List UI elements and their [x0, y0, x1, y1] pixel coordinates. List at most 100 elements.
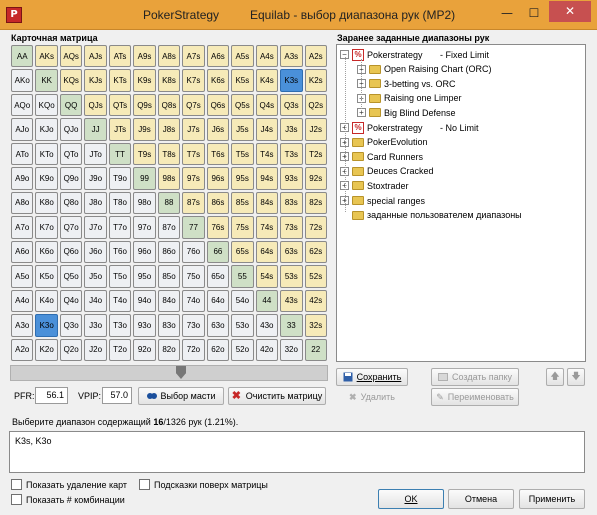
hand-cell[interactable]: A8o: [11, 191, 34, 215]
hand-cell[interactable]: J2s: [304, 118, 327, 141]
hand-cell[interactable]: Q5o: [59, 265, 83, 288]
hand-cell[interactable]: Q6s: [206, 93, 230, 117]
tree-item[interactable]: + special ranges: [340, 194, 425, 207]
tree-item[interactable]: + Stoxtrader: [340, 179, 409, 192]
hand-cell[interactable]: J7s: [182, 118, 205, 141]
hand-cell[interactable]: KQo: [35, 93, 58, 117]
hand-cell[interactable]: J6s: [206, 118, 230, 141]
hand-cell[interactable]: T2o: [108, 338, 132, 361]
hand-cell[interactable]: JJ: [84, 118, 107, 141]
hand-cell[interactable]: T5o: [108, 265, 132, 288]
tree-item[interactable]: + PokerEvolution: [340, 136, 428, 149]
checkbox-box[interactable]: [11, 494, 22, 505]
hand-cell[interactable]: 52s: [304, 265, 327, 288]
hand-cell[interactable]: 76s: [206, 216, 230, 239]
hand-cell[interactable]: A2o: [11, 338, 34, 361]
hand-cell[interactable]: A7s: [182, 45, 205, 68]
hand-cell[interactable]: 63s: [280, 240, 303, 264]
hand-cell[interactable]: A4s: [255, 45, 279, 68]
hand-cell[interactable]: Q8s: [157, 93, 181, 117]
hand-cell[interactable]: AKs: [35, 45, 58, 68]
hand-cell[interactable]: Q9s: [133, 93, 156, 117]
hand-cell[interactable]: T6s: [206, 142, 230, 166]
hand-cell[interactable]: 43s: [280, 289, 303, 313]
ranges-tree[interactable]: −% Pokerstrategy - Fixed Limit + Open Raisi…: [336, 44, 586, 362]
minimize-button[interactable]: —: [494, 4, 520, 24]
hand-cell[interactable]: 97o: [133, 216, 156, 239]
hand-cell[interactable]: QTo: [59, 142, 83, 166]
hand-cell[interactable]: A2s: [304, 45, 327, 68]
suits-button[interactable]: Выбор масти: [138, 387, 224, 405]
hand-cell[interactable]: J9s: [133, 118, 156, 141]
hand-cell[interactable]: T9o: [108, 167, 132, 190]
hand-cell[interactable]: J4s: [255, 118, 279, 141]
hand-cell[interactable]: 65s: [231, 240, 254, 264]
hand-cell[interactable]: 75s: [231, 216, 254, 239]
hand-cell[interactable]: Q3o: [59, 314, 83, 337]
hand-cell[interactable]: K7s: [182, 69, 205, 92]
hand-cell[interactable]: AQs: [59, 45, 83, 68]
hand-cell[interactable]: K6s: [206, 69, 230, 92]
hand-cell[interactable]: 75o: [182, 265, 205, 288]
hand-cell[interactable]: Q7o: [59, 216, 83, 239]
hand-cell[interactable]: J7o: [84, 216, 107, 239]
hand-cell[interactable]: T7s: [182, 142, 205, 166]
hand-cell[interactable]: 83s: [280, 191, 303, 215]
hand-cell[interactable]: J4o: [84, 289, 107, 313]
hand-cell[interactable]: 94s: [255, 167, 279, 190]
hand-cell[interactable]: 62s: [304, 240, 327, 264]
hand-cell[interactable]: 97s: [182, 167, 205, 190]
hand-cell[interactable]: J5s: [231, 118, 254, 141]
hand-cell[interactable]: 95s: [231, 167, 254, 190]
tree-item[interactable]: + Raising one Limper: [357, 92, 462, 105]
close-button[interactable]: ✕: [549, 1, 591, 22]
hand-cell[interactable]: AKo: [11, 69, 34, 92]
tree-item[interactable]: + Open Raising Chart (ORC): [357, 63, 492, 76]
hand-cell[interactable]: 85o: [157, 265, 181, 288]
tree-item[interactable]: заданные пользователем диапазоны: [340, 209, 522, 222]
move-up-button[interactable]: 🡅: [546, 368, 564, 386]
hand-cell[interactable]: K5s: [231, 69, 254, 92]
hand-cell[interactable]: Q5s: [231, 93, 254, 117]
new-folder-button[interactable]: Создать папку: [431, 368, 519, 386]
hand-cell[interactable]: 96o: [133, 240, 156, 264]
hand-cell[interactable]: 87s: [182, 191, 205, 215]
hand-cell[interactable]: J8s: [157, 118, 181, 141]
hand-cell[interactable]: K2s: [304, 69, 327, 92]
hand-cell[interactable]: T5s: [231, 142, 254, 166]
hand-cell[interactable]: Q8o: [59, 191, 83, 215]
hand-cell[interactable]: 32s: [304, 314, 327, 337]
hand-cell[interactable]: Q9o: [59, 167, 83, 190]
hand-cell[interactable]: 92s: [304, 167, 327, 190]
hand-cell[interactable]: A5s: [231, 45, 254, 68]
hand-cell[interactable]: KTo: [35, 142, 58, 166]
hand-cell[interactable]: JTs: [108, 118, 132, 141]
hand-cell[interactable]: 82s: [304, 191, 327, 215]
hand-cell[interactable]: 86s: [206, 191, 230, 215]
hand-cell[interactable]: QQ: [59, 93, 83, 117]
hand-cell[interactable]: K3s: [280, 69, 303, 92]
hand-cell[interactable]: 87o: [157, 216, 181, 239]
hand-cell[interactable]: 84o: [157, 289, 181, 313]
move-down-button[interactable]: 🡇: [567, 368, 585, 386]
hand-cell[interactable]: 52o: [231, 338, 254, 361]
hand-cell[interactable]: TT: [108, 142, 132, 166]
hand-cell[interactable]: Q7s: [182, 93, 205, 117]
tree-item[interactable]: −% Pokerstrategy - Fixed Limit: [340, 48, 489, 61]
hand-cell[interactable]: 62o: [206, 338, 230, 361]
hand-cell[interactable]: K6o: [35, 240, 58, 264]
hand-cell[interactable]: 72s: [304, 216, 327, 239]
show-card-removal-checkbox[interactable]: Показать удаление карт: [11, 479, 127, 490]
hand-cell[interactable]: 65o: [206, 265, 230, 288]
hand-cell[interactable]: 92o: [133, 338, 156, 361]
hand-cell[interactable]: T6o: [108, 240, 132, 264]
show-hints-checkbox[interactable]: Подсказки поверх матрицы: [139, 479, 268, 490]
hand-cell[interactable]: 77: [182, 216, 205, 239]
hand-cell[interactable]: T3o: [108, 314, 132, 337]
expand-icon[interactable]: +: [357, 108, 366, 118]
hand-cell[interactable]: 63o: [206, 314, 230, 337]
hand-cell[interactable]: A8s: [157, 45, 181, 68]
hand-cell[interactable]: K9s: [133, 69, 156, 92]
hand-cell[interactable]: 83o: [157, 314, 181, 337]
hand-cell[interactable]: T8o: [108, 191, 132, 215]
